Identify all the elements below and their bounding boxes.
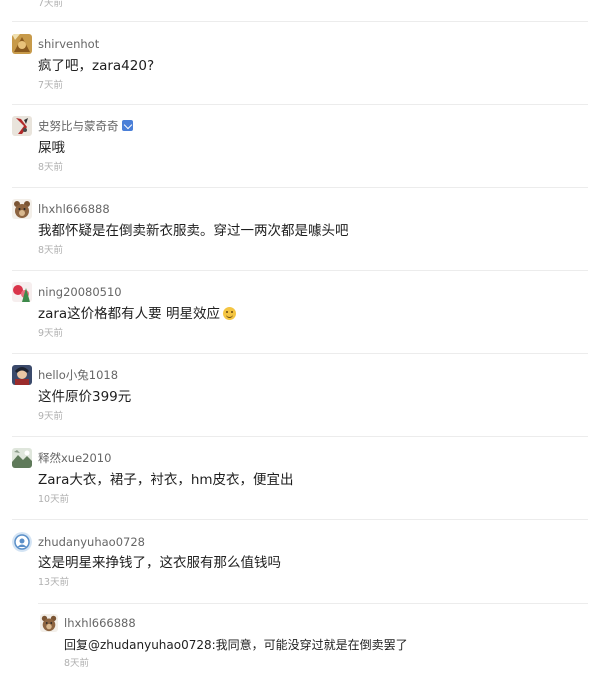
scenery-avatar-icon[interactable] [12, 448, 32, 468]
list-item: shirvenhot 疯了吧，zara420? 7天前 [0, 22, 600, 105]
username-text[interactable]: 史努比与蒙奇奇 [38, 119, 119, 133]
comment-time: 7天前 [38, 0, 64, 9]
comment-text: Zara大衣，裙子，衬衣，hm皮衣，便宜出 [38, 472, 294, 488]
bear-avatar-icon[interactable] [40, 614, 58, 632]
comment-time: 9天前 [38, 411, 64, 422]
list-item: hello小兔1018 这件原价399元 9天前 [0, 354, 600, 437]
list-item: 释然xue2010 Zara大衣，裙子，衬衣，hm皮衣，便宜出 10天前 [0, 437, 600, 520]
comment-text: 疯了吧，zara420? [38, 58, 155, 74]
comment-text: zara这价格都有人要 明星效应 [38, 305, 236, 323]
username-link[interactable]: lhxhl666888 [38, 202, 110, 216]
username-link[interactable]: lhxhl666888 [64, 616, 136, 630]
verified-badge-icon [121, 120, 133, 131]
comment-time: 13天前 [38, 577, 70, 588]
comment-time: 8天前 [38, 162, 64, 173]
comment-time: 8天前 [38, 245, 64, 256]
comment-time: 10天前 [38, 494, 70, 505]
reply-text: 回复@zhudanyuhao0728:我同意，可能没穿过就是在倒卖罢了 [64, 638, 408, 652]
comment-text: 我都怀疑是在倒卖新衣服卖。穿过一两次都是噱头吧 [38, 223, 349, 239]
list-item: ning20080510 zara这价格都有人要 明星效应 9天前 [0, 271, 600, 354]
username-link[interactable]: hello小兔1018 [38, 368, 118, 382]
lion-avatar-icon[interactable] [12, 34, 32, 54]
grin-emoji-icon [222, 307, 236, 320]
character-avatar-icon[interactable] [12, 365, 32, 385]
username-link[interactable]: ning20080510 [38, 285, 122, 299]
comment-text: 这件原价399元 [38, 389, 132, 405]
comment-time: 8天前 [64, 658, 90, 669]
comment-fragment-top: 7天前 [0, 0, 600, 22]
list-item: lhxhl666888 我都怀疑是在倒卖新衣服卖。穿过一两次都是噱头吧 8天前 [0, 188, 600, 271]
reply-item: lhxhl666888 回复@zhudanyuhao0728:我同意，可能没穿过… [0, 604, 600, 675]
bear-avatar-icon[interactable] [12, 199, 32, 219]
floral-avatar-icon[interactable] [12, 282, 32, 302]
list-item: 史努比与蒙奇奇 屎哦 8天前 [0, 105, 600, 188]
comment-text: 屎哦 [38, 140, 65, 156]
comment-time: 9天前 [38, 328, 64, 339]
username-link[interactable]: 释然xue2010 [38, 451, 111, 465]
username-link[interactable]: shirvenhot [38, 37, 99, 51]
default-avatar-icon[interactable] [12, 532, 32, 552]
comment-time: 7天前 [38, 80, 64, 91]
list-item: zhudanyuhao0728 这是明星来挣钱了，这衣服有那么值钱吗 13天前 [0, 520, 600, 604]
username-link[interactable]: zhudanyuhao0728 [38, 535, 145, 549]
comment-text-content: zara这价格都有人要 明星效应 [38, 306, 220, 322]
comment-text: 这是明星来挣钱了，这衣服有那么值钱吗 [38, 555, 281, 571]
warrior-avatar-icon[interactable] [12, 116, 32, 136]
username-link[interactable]: 史努比与蒙奇奇 [38, 119, 133, 133]
